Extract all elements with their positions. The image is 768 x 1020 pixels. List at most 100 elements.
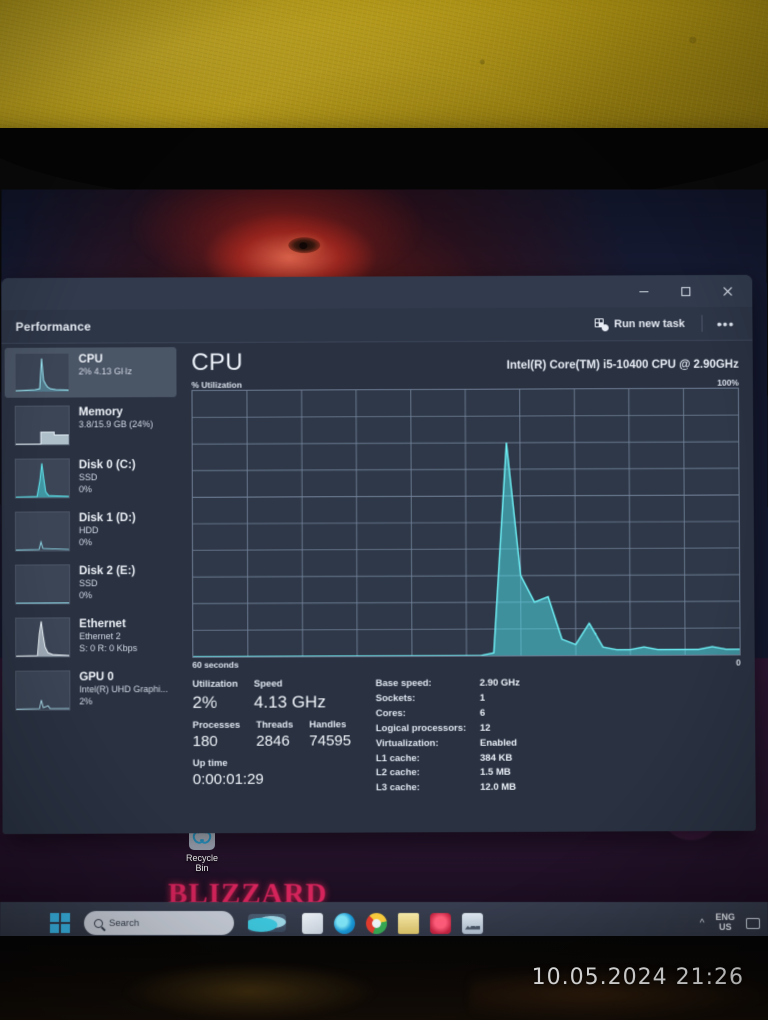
display-icon[interactable] [745, 917, 761, 929]
window-titlebar[interactable] [1, 274, 753, 311]
sidebar-item-line1: 2% 4.13 GHz [78, 366, 133, 377]
detail-key: Virtualization: [375, 737, 439, 749]
detail-value: Enabled [479, 737, 517, 749]
sidebar-item-line1: HDD [78, 525, 99, 536]
sidebar-item-disk-2[interactable]: Disk 2 (E:) SSD 0% [5, 559, 177, 610]
microsoft-edge-icon[interactable] [333, 912, 356, 934]
disk0-mini-graph [14, 458, 70, 499]
stat-label: Utilization [192, 678, 238, 690]
minimize-button[interactable] [622, 276, 664, 306]
detail-key: Base speed: [375, 677, 432, 690]
microsoft-store-icon[interactable] [301, 912, 324, 934]
graph-y-axis-label: % Utilization [191, 379, 242, 390]
file-explorer-icon[interactable] [397, 912, 420, 934]
maximize-button[interactable] [664, 276, 706, 306]
sidebar-item-line1: 3.8/15.9 GB (24%) [78, 419, 154, 430]
detail-row: L2 cache: 1.5 MB [376, 766, 520, 782]
sidebar-item-line2: 0% [78, 484, 92, 495]
sidebar-item-line1: Intel(R) UHD Graphi... [79, 684, 168, 695]
detail-row: Sockets: 1 [376, 691, 520, 707]
stat-handles: Handles 74595 [309, 718, 351, 751]
detail-value: 1.5 MB [480, 767, 511, 779]
detail-row: Base speed: 2.90 GHz [376, 676, 520, 692]
main-heading: CPU [191, 348, 243, 377]
detail-value: 384 KB [479, 752, 513, 764]
detail-key: L2 cache: [375, 767, 420, 779]
red-app-icon[interactable] [429, 912, 452, 934]
ethernet-mini-graph [15, 617, 71, 658]
graph-x-right-label: 0 [735, 657, 741, 668]
run-new-task-button[interactable]: Run new task [588, 313, 692, 333]
task-manager-icon[interactable] [461, 912, 484, 934]
sidebar-item-disk-0[interactable]: Disk 0 (C:) SSD 0% [5, 453, 177, 504]
cpu-chart-svg [192, 389, 740, 657]
stat-label: Speed [253, 678, 283, 690]
search-placeholder: Search [108, 917, 140, 929]
stat-uptime: Up time 0:00:01:29 [193, 756, 264, 789]
language-indicator[interactable]: ENG US [715, 912, 735, 933]
run-new-task-icon [595, 317, 610, 331]
sidebar-item-line2: 0% [79, 590, 93, 601]
sidebar-item-name: Disk 2 (E:) [79, 565, 136, 578]
stat-processes: Processes 180 [193, 718, 241, 751]
detail-row: Cores: 6 [376, 706, 520, 722]
taskbar-search-box[interactable]: Search [83, 911, 235, 936]
disk1-mini-graph [14, 511, 70, 552]
language-region: US [718, 922, 732, 932]
stat-utilization: Utilization 2% [192, 678, 238, 714]
close-button[interactable] [706, 276, 748, 306]
chevron-up-icon[interactable]: ^ [700, 918, 705, 929]
stat-value: 2846 [256, 732, 290, 750]
cpu-mini-graph [14, 352, 70, 393]
detail-key: Sockets: [375, 692, 416, 705]
sidebar-item-cpu[interactable]: CPU 2% 4.13 GHz [4, 347, 177, 398]
sidebar-item-line2: 2% [79, 696, 93, 707]
stat-label: Processes [192, 719, 241, 731]
detail-key: L3 cache: [375, 782, 420, 794]
detail-key: L1 cache: [375, 752, 420, 764]
stat-value: 180 [192, 732, 218, 750]
main-header: CPU Intel(R) Core(TM) i5-10400 CPU @ 2.9… [191, 347, 738, 377]
sidebar-item-gpu-0[interactable]: GPU 0 Intel(R) UHD Graphi... 2% [5, 665, 177, 716]
page-title: Performance [15, 319, 92, 334]
window-body: CPU 2% 4.13 GHz Memory 3.8/15.9 GB (24%) [1, 341, 756, 835]
sidebar-item-ethernet[interactable]: Ethernet Ethernet 2 S: 0 R: 0 Kbps [5, 612, 177, 663]
stat-label: Threads [256, 719, 294, 731]
main-panel: CPU Intel(R) Core(TM) i5-10400 CPU @ 2.9… [179, 341, 756, 834]
sidebar-item-line1: SSD [79, 578, 98, 589]
memory-mini-graph [14, 405, 70, 446]
photo-timestamp: 10.05.2024 21:26 [531, 965, 744, 990]
gpu0-mini-graph [15, 670, 71, 711]
sidebar: CPU 2% 4.13 GHz Memory 3.8/15.9 GB (24%) [1, 343, 181, 835]
detail-value: 12.0 MB [480, 782, 517, 794]
stats-area: Utilization 2% Speed 4.13 GHz Processes [192, 676, 741, 798]
system-tray: ^ ENG US [700, 912, 768, 933]
weather-widget-icon[interactable] [247, 914, 287, 932]
stat-value: 4.13 GHz [253, 692, 326, 712]
recycle-bin-label: Recycle Bin [185, 853, 218, 873]
start-button-icon[interactable] [49, 913, 71, 933]
stat-label: Up time [192, 757, 228, 769]
detail-value: 12 [479, 722, 491, 734]
detail-row: Logical processors: 12 [376, 721, 520, 737]
detail-row: Virtualization: Enabled [376, 736, 520, 752]
stats-primary: Utilization 2% Speed 4.13 GHz Processes [192, 677, 368, 797]
sidebar-item-name: Disk 0 (C:) [78, 459, 136, 472]
graph-y-max-label: 100% [717, 377, 739, 388]
sidebar-item-disk-1[interactable]: Disk 1 (D:) HDD 0% [5, 506, 177, 557]
more-options-button[interactable]: ••• [713, 315, 739, 331]
toolbar-divider [701, 314, 703, 332]
sidebar-item-line2: 0% [78, 537, 92, 548]
sidebar-item-name: GPU 0 [79, 671, 114, 684]
stat-value: 74595 [309, 732, 352, 750]
sidebar-item-memory[interactable]: Memory 3.8/15.9 GB (24%) [5, 400, 177, 451]
detail-value: 6 [479, 707, 486, 719]
wallpaper-eye [288, 237, 321, 254]
detail-value: 1 [479, 692, 486, 704]
disk2-mini-graph [15, 564, 71, 605]
sidebar-item-name: Disk 1 (D:) [78, 512, 136, 525]
detail-row: L3 cache: 12.0 MB [376, 781, 520, 797]
detail-key: Logical processors: [375, 722, 467, 734]
cpu-model-label: Intel(R) Core(TM) i5-10400 CPU @ 2.90GHz [506, 358, 739, 372]
google-chrome-icon[interactable] [365, 912, 388, 934]
